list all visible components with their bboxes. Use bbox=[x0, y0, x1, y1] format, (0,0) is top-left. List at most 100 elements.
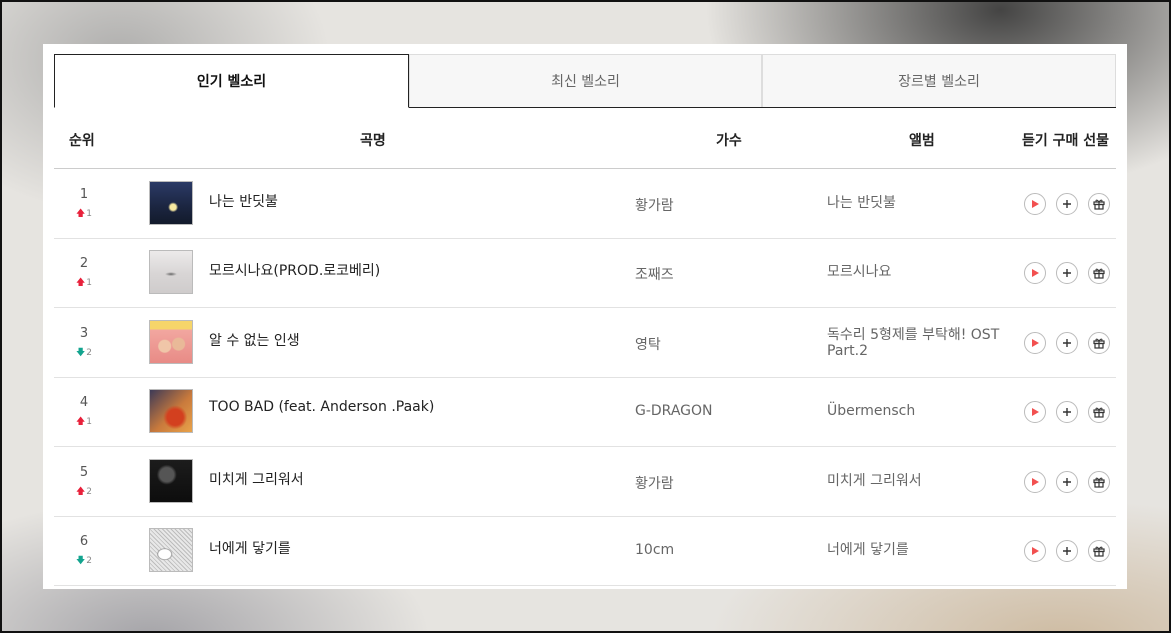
header-title: 곡명 bbox=[360, 133, 386, 149]
album-art[interactable] bbox=[149, 528, 193, 572]
rank-change: 🡅1 bbox=[64, 275, 104, 291]
gift-button[interactable] bbox=[1088, 262, 1110, 284]
play-button[interactable] bbox=[1024, 471, 1046, 493]
buy-button[interactable] bbox=[1056, 193, 1078, 215]
artist-name[interactable]: G-DRAGON bbox=[635, 403, 713, 419]
rank-number: 5 bbox=[79, 465, 89, 480]
plus-icon bbox=[1063, 269, 1071, 277]
gift-icon bbox=[1093, 477, 1105, 488]
table-row: 5 🡅2 미치게 그리워서 황가람 미치게 그리워서 bbox=[54, 447, 1116, 517]
song-title[interactable]: 미치게 그리워서 bbox=[209, 469, 304, 489]
play-button[interactable] bbox=[1024, 262, 1046, 284]
table-row: 2 🡅1 모르시나요(PROD.로코베리) 조째즈 모르시나요 bbox=[54, 238, 1116, 308]
album-name[interactable]: 미치게 그리워서 bbox=[827, 473, 1017, 489]
gift-icon bbox=[1093, 546, 1105, 557]
table-row: 3 🡇2 알 수 없는 인생 영탁 독수리 5형제를 부탁해! OST Part… bbox=[54, 308, 1116, 378]
tab-latest[interactable]: 최신 벨소리 bbox=[409, 54, 762, 107]
song-title[interactable]: 나는 반딧불 bbox=[209, 191, 278, 211]
album-name[interactable]: 독수리 5형제를 부탁해! OST Part.2 bbox=[827, 327, 1017, 359]
rank-number: 3 bbox=[79, 326, 89, 341]
header-rank: 순위 bbox=[69, 133, 95, 149]
album-name[interactable]: Übermensch bbox=[827, 403, 1017, 419]
gift-icon bbox=[1093, 338, 1105, 349]
gift-button[interactable] bbox=[1088, 471, 1110, 493]
buy-button[interactable] bbox=[1056, 540, 1078, 562]
artist-name[interactable]: 영탁 bbox=[635, 334, 661, 354]
buy-button[interactable] bbox=[1056, 332, 1078, 354]
header-album: 앨범 bbox=[909, 133, 935, 149]
artist-name[interactable]: 황가람 bbox=[635, 195, 674, 215]
table-row: 4 🡅1 TOO BAD (feat. Anderson .Paak) G-DR… bbox=[54, 377, 1116, 447]
buy-button[interactable] bbox=[1056, 401, 1078, 423]
artist-name[interactable]: 황가람 bbox=[635, 473, 674, 493]
rank-cell: 4 🡅1 bbox=[64, 395, 104, 430]
album-name[interactable]: 너에게 닿기를 bbox=[827, 542, 1017, 558]
artist-name[interactable]: 조째즈 bbox=[635, 264, 674, 284]
rank-number: 1 bbox=[79, 187, 89, 202]
buy-button[interactable] bbox=[1056, 262, 1078, 284]
play-button[interactable] bbox=[1024, 193, 1046, 215]
gift-button[interactable] bbox=[1088, 401, 1110, 423]
rank-change-value: 2 bbox=[86, 487, 92, 497]
table-row: 6 🡇2 너에게 닿기를 10cm 너에게 닿기를 bbox=[54, 516, 1116, 586]
album-art[interactable] bbox=[149, 181, 193, 225]
plus-icon bbox=[1063, 408, 1071, 416]
rank-cell: 1 🡅1 bbox=[64, 187, 104, 222]
table-row: 1 🡅1 나는 반딧불 황가람 나는 반딧불 bbox=[54, 169, 1116, 239]
play-icon bbox=[1032, 478, 1039, 486]
song-title[interactable]: 너에게 닿기를 bbox=[209, 538, 291, 558]
album-art[interactable] bbox=[149, 320, 193, 364]
gift-button[interactable] bbox=[1088, 540, 1110, 562]
header-artist: 가수 bbox=[716, 133, 742, 149]
play-button[interactable] bbox=[1024, 540, 1046, 562]
ringtone-chart-panel: 인기 벨소리 최신 벨소리 장르별 벨소리 순위 곡명 가수 앨범 듣기 구매 … bbox=[43, 44, 1127, 589]
arrow-up-icon: 🡅 bbox=[76, 209, 86, 219]
play-button[interactable] bbox=[1024, 332, 1046, 354]
plus-icon bbox=[1063, 547, 1071, 555]
song-title[interactable]: 모르시나요(PROD.로코베리) bbox=[209, 260, 380, 280]
album-art[interactable] bbox=[149, 250, 193, 294]
rank-change: 🡅2 bbox=[64, 484, 104, 500]
album-art[interactable] bbox=[149, 459, 193, 503]
plus-icon bbox=[1063, 200, 1071, 208]
rank-change-value: 1 bbox=[86, 209, 92, 219]
gift-button[interactable] bbox=[1088, 193, 1110, 215]
plus-icon bbox=[1063, 478, 1071, 486]
play-icon bbox=[1032, 269, 1039, 277]
rank-change: 🡅1 bbox=[64, 414, 104, 430]
gift-button[interactable] bbox=[1088, 332, 1110, 354]
tab-genre[interactable]: 장르별 벨소리 bbox=[762, 54, 1116, 107]
gift-icon bbox=[1093, 407, 1105, 418]
buy-button[interactable] bbox=[1056, 471, 1078, 493]
album-name[interactable]: 모르시나요 bbox=[827, 264, 1017, 280]
arrow-up-icon: 🡅 bbox=[76, 417, 86, 427]
arrow-up-icon: 🡅 bbox=[76, 278, 86, 288]
plus-icon bbox=[1063, 339, 1071, 347]
rank-cell: 2 🡅1 bbox=[64, 256, 104, 291]
rank-change: 🡇2 bbox=[64, 553, 104, 569]
play-icon bbox=[1032, 408, 1039, 416]
rank-cell: 5 🡅2 bbox=[64, 465, 104, 500]
artist-name[interactable]: 10cm bbox=[635, 542, 674, 558]
rank-number: 6 bbox=[79, 534, 89, 549]
rank-change-value: 1 bbox=[86, 417, 92, 427]
play-icon bbox=[1032, 339, 1039, 347]
rank-change-value: 2 bbox=[86, 556, 92, 566]
table-header: 순위 곡명 가수 앨범 듣기 구매 선물 bbox=[54, 108, 1116, 169]
header-actions: 듣기 구매 선물 bbox=[1022, 133, 1110, 149]
arrow-up-icon: 🡅 bbox=[76, 487, 86, 497]
rank-change: 🡇2 bbox=[64, 345, 104, 361]
rank-cell: 3 🡇2 bbox=[64, 326, 104, 361]
rank-change: 🡅1 bbox=[64, 206, 104, 222]
album-art[interactable] bbox=[149, 389, 193, 433]
album-name[interactable]: 나는 반딧불 bbox=[827, 195, 1017, 211]
song-title[interactable]: 알 수 없는 인생 bbox=[209, 330, 300, 350]
tab-popular[interactable]: 인기 벨소리 bbox=[54, 54, 409, 108]
arrow-down-icon: 🡇 bbox=[76, 556, 86, 566]
gift-icon bbox=[1093, 199, 1105, 210]
song-title[interactable]: TOO BAD (feat. Anderson .Paak) bbox=[209, 399, 434, 415]
tab-bar: 인기 벨소리 최신 벨소리 장르별 벨소리 bbox=[54, 54, 1116, 108]
play-icon bbox=[1032, 547, 1039, 555]
play-button[interactable] bbox=[1024, 401, 1046, 423]
gift-icon bbox=[1093, 268, 1105, 279]
